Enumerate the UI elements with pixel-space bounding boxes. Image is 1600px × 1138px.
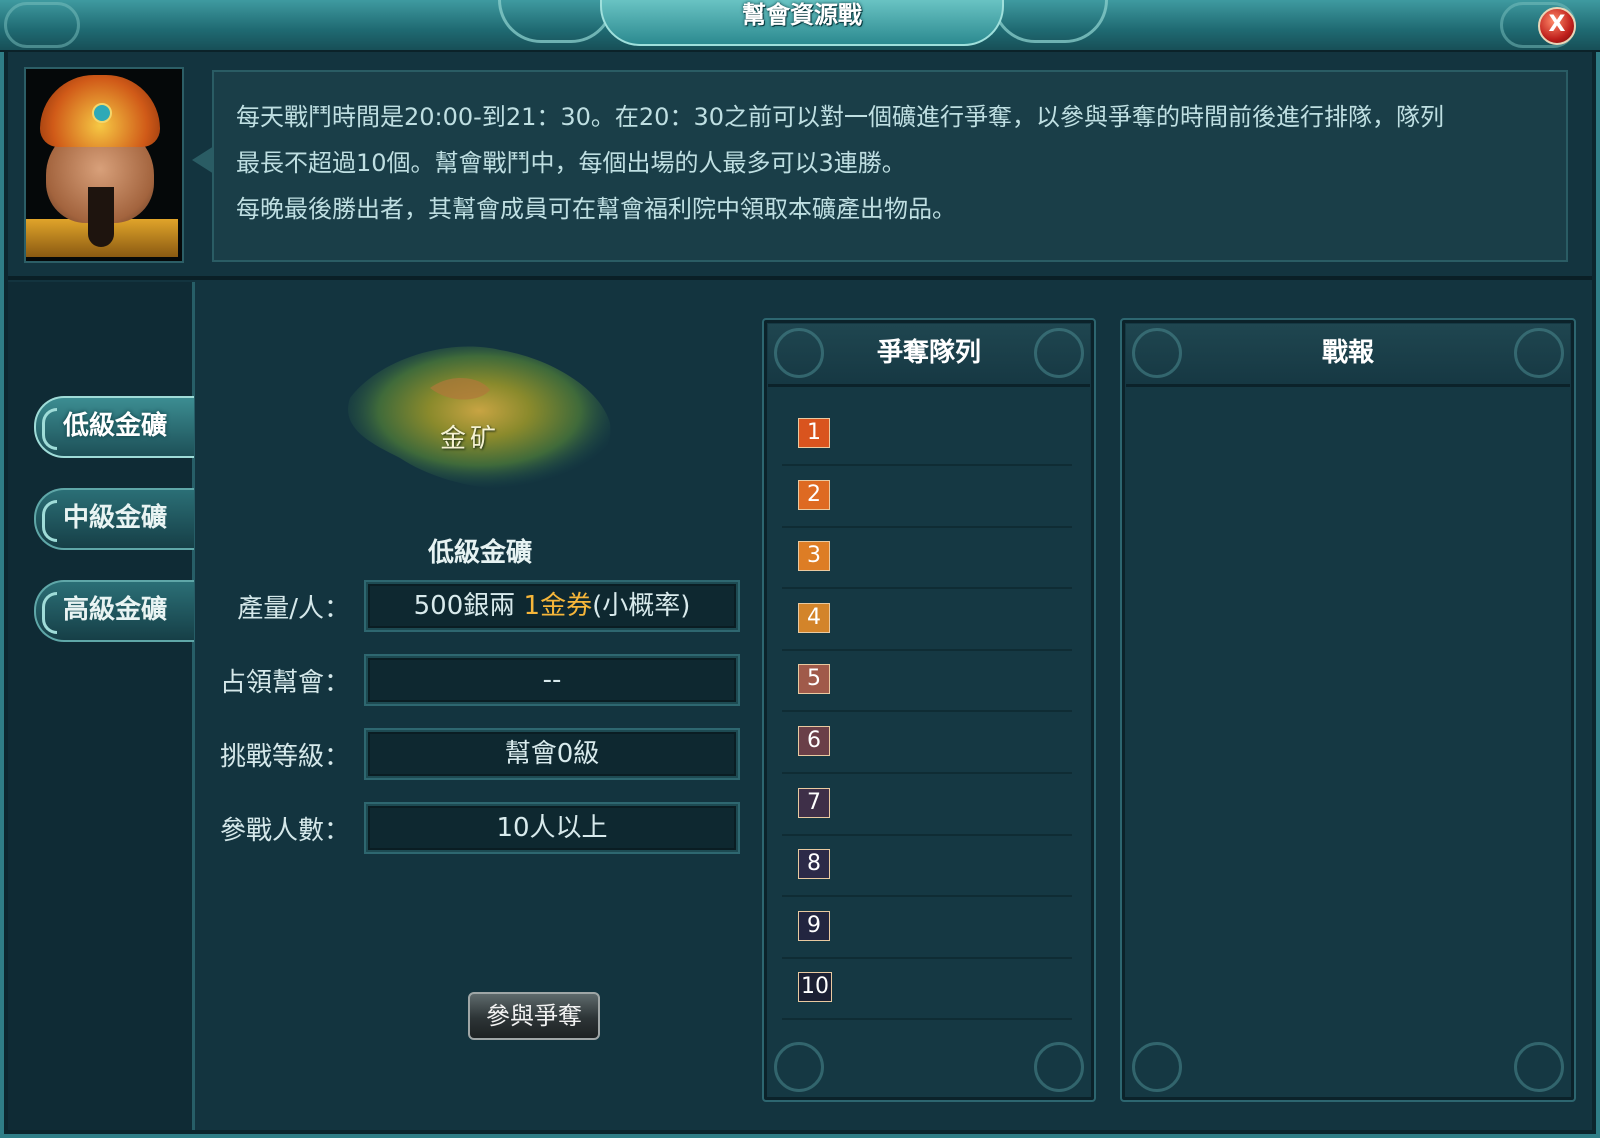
ornament-icon xyxy=(1514,1042,1564,1092)
ornament-icon xyxy=(1132,1042,1182,1092)
output-silver: 500銀兩 xyxy=(413,591,516,621)
queue-slot: 9 xyxy=(782,897,1072,959)
battle-report-panel: 戰報 xyxy=(1120,318,1576,1102)
corner-ornament-left xyxy=(4,2,80,48)
title-swirl-right xyxy=(992,0,1108,43)
queue-slot: 3 xyxy=(782,527,1072,590)
queue-slot-number: 5 xyxy=(798,664,830,695)
battle-report-title: 戰報 xyxy=(1126,324,1570,387)
intro-box: 每天戰鬥時間是20:00-到21：30。在20：30之前可以對一個礦進行爭奪，以… xyxy=(192,70,1568,262)
tab-high-gold-mine[interactable]: 高級金礦 xyxy=(34,580,194,642)
output-value: 500銀兩 1金券(小概率) xyxy=(366,582,738,630)
queue-slot: 2 xyxy=(782,466,1072,528)
ornament-icon xyxy=(1034,328,1084,378)
title-swirl-left xyxy=(498,0,614,43)
ornament-icon xyxy=(774,1042,824,1092)
mine-island-map xyxy=(348,346,611,489)
queue-slot: 6 xyxy=(782,712,1072,774)
intro-line-2: 最長不超過10個。幫會戰鬥中，每個出場的人最多可以3連勝。 xyxy=(236,149,906,177)
queue-slot-number: 10 xyxy=(798,972,832,1003)
queue-slot: 4 xyxy=(782,589,1072,651)
queue-slot-number: 4 xyxy=(798,602,830,633)
section-divider xyxy=(8,276,1592,280)
queue-slot-number: 6 xyxy=(798,726,830,756)
queue-slot-number: 7 xyxy=(798,787,830,818)
join-contest-button[interactable]: 參與爭奪 xyxy=(468,992,600,1040)
queue-slot-number: 1 xyxy=(798,418,830,448)
map-label: 金矿 xyxy=(440,424,501,454)
queue-slot-number: 9 xyxy=(798,910,830,941)
occupier-value: -- xyxy=(366,656,738,704)
queue-slot: 8 xyxy=(782,835,1072,898)
level-label: 挑戰等級： xyxy=(219,742,350,772)
tab-low-gold-mine[interactable]: 低級金礦 xyxy=(34,396,194,458)
players-label: 參戰人數： xyxy=(219,816,350,846)
resource-war-window: 幫會資源戰 X 每天戰鬥時間是20:00-到21：30。在20：30之前可以對一… xyxy=(0,0,1600,1138)
ornament-icon xyxy=(1514,328,1564,378)
ornament-icon xyxy=(774,328,824,378)
output-note: (小概率) xyxy=(592,591,691,621)
mine-title: 低級金礦 xyxy=(427,538,532,568)
tab-mid-gold-mine[interactable]: 中級金礦 xyxy=(34,488,194,550)
ornament-icon xyxy=(1034,1042,1084,1092)
queue-slot: 10 xyxy=(782,958,1072,1021)
title-bar: 幫會資源戰 X xyxy=(0,0,1600,52)
queue-slot: 7 xyxy=(782,774,1072,836)
queue-slot-number: 3 xyxy=(798,541,830,572)
intro-line-1: 每天戰鬥時間是20:00-到21：30。在20：30之前可以對一個礦進行爭奪，以… xyxy=(236,103,1444,131)
portrait-beard xyxy=(88,187,114,247)
queue-slot: 5 xyxy=(782,650,1072,713)
output-label: 產量/人： xyxy=(237,594,350,624)
queue-slot-number: 8 xyxy=(798,849,830,880)
ornament-icon xyxy=(1132,328,1182,378)
npc-portrait xyxy=(24,67,184,263)
level-value: 幫會0級 xyxy=(366,730,738,778)
occupier-label: 占領幫會： xyxy=(219,668,350,698)
queue-slot-number: 2 xyxy=(798,479,830,510)
close-button[interactable]: X xyxy=(1538,7,1576,45)
intro-line-3: 每晚最後勝出者，其幫會成員可在幫會福利院中領取本礦產出物品。 xyxy=(236,195,956,223)
output-gold: 1金券 xyxy=(523,591,593,621)
queue-slot: 1 xyxy=(782,404,1072,466)
players-value: 10人以上 xyxy=(366,804,738,852)
portrait-gem xyxy=(92,103,112,123)
window-title: 幫會資源戰 xyxy=(600,0,1004,46)
